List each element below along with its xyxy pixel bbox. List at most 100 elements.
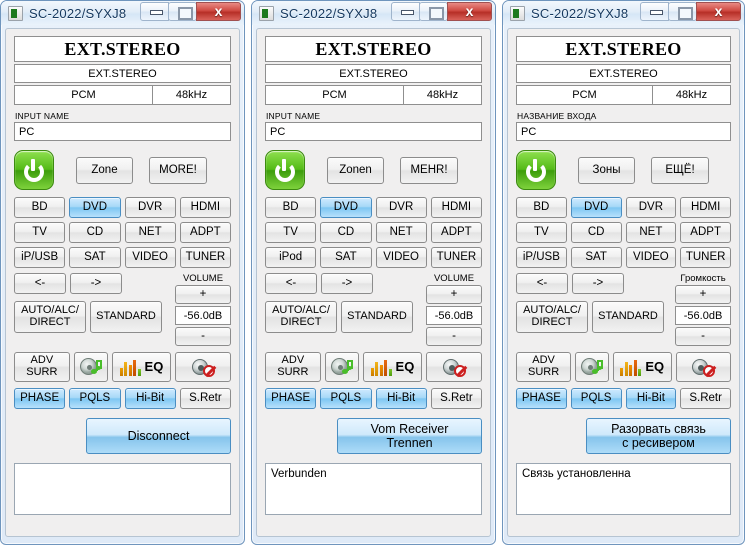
- flag-button-s-retr[interactable]: S.Retr: [680, 388, 732, 409]
- input-name-field[interactable]: PC: [265, 122, 482, 141]
- source-button-hdmi[interactable]: HDMI: [179, 197, 231, 218]
- source-button-net[interactable]: NET: [124, 222, 176, 243]
- power-button[interactable]: [265, 150, 305, 190]
- flag-button-s-retr[interactable]: S.Retr: [430, 388, 482, 409]
- adv-surr-button[interactable]: ADV SURR: [14, 352, 70, 382]
- title-bar[interactable]: SC-2022/SYXJ8 x: [252, 1, 495, 25]
- source-button-adpt[interactable]: ADPT: [680, 222, 732, 243]
- source-button-bd[interactable]: BD: [14, 197, 66, 218]
- zone-button[interactable]: Zone: [76, 156, 133, 184]
- input-name-field[interactable]: PC: [14, 122, 231, 141]
- volume-down-button[interactable]: -: [175, 327, 231, 346]
- nav-next-button[interactable]: ->: [321, 273, 373, 294]
- standard-mode-button[interactable]: STANDARD: [90, 301, 162, 333]
- source-button-hdmi[interactable]: HDMI: [430, 197, 482, 218]
- flag-button-pqls[interactable]: PQLS: [320, 388, 372, 409]
- eq-button[interactable]: EQ: [612, 352, 672, 382]
- source-button-tuner[interactable]: TUNER: [680, 247, 732, 268]
- mute-button[interactable]: [675, 352, 732, 382]
- maximize-button[interactable]: [419, 2, 448, 21]
- source-button-video[interactable]: VIDEO: [625, 247, 677, 268]
- sound-retriever-button[interactable]: [324, 352, 359, 382]
- source-button-video[interactable]: VIDEO: [124, 247, 176, 268]
- flag-button-phase[interactable]: PHASE: [265, 388, 317, 409]
- source-button-tv[interactable]: TV: [265, 222, 317, 243]
- source-button-dvr[interactable]: DVR: [375, 197, 427, 218]
- auto-alc-direct-button[interactable]: AUTO/ALC/ DIRECT: [516, 301, 588, 333]
- sound-retriever-button[interactable]: [73, 352, 108, 382]
- volume-up-button[interactable]: +: [426, 285, 482, 304]
- source-button-sat[interactable]: SAT: [69, 247, 121, 268]
- source-button-cd[interactable]: CD: [570, 222, 622, 243]
- title-bar[interactable]: SC-2022/SYXJ8 x: [503, 1, 745, 25]
- sound-retriever-button[interactable]: [575, 352, 609, 382]
- source-button-cd[interactable]: CD: [320, 222, 372, 243]
- source-button-ipod[interactable]: iPod: [265, 247, 317, 268]
- source-button-tuner[interactable]: TUNER: [430, 247, 482, 268]
- source-button-sat[interactable]: SAT: [570, 247, 622, 268]
- power-button[interactable]: [14, 150, 54, 190]
- nav-prev-button[interactable]: <-: [14, 273, 66, 294]
- volume-down-button[interactable]: -: [426, 327, 482, 346]
- source-button-bd[interactable]: BD: [265, 197, 317, 218]
- eq-button[interactable]: EQ: [111, 352, 172, 382]
- source-button-net[interactable]: NET: [625, 222, 677, 243]
- maximize-button[interactable]: [668, 2, 698, 21]
- disconnect-button[interactable]: Disconnect: [86, 418, 231, 454]
- flag-button-hi-bit[interactable]: Hi-Bit: [375, 388, 427, 409]
- flag-button-pqls[interactable]: PQLS: [69, 388, 121, 409]
- nav-next-button[interactable]: ->: [572, 273, 624, 294]
- source-button-video[interactable]: VIDEO: [375, 247, 427, 268]
- more-button[interactable]: MORE!: [149, 156, 207, 184]
- standard-mode-button[interactable]: STANDARD: [592, 301, 664, 333]
- mute-button[interactable]: [175, 352, 232, 382]
- flag-button-pqls[interactable]: PQLS: [570, 388, 622, 409]
- source-button-hdmi[interactable]: HDMI: [680, 197, 732, 218]
- source-button-adpt[interactable]: ADPT: [430, 222, 482, 243]
- mute-button[interactable]: [426, 352, 483, 382]
- flag-button-phase[interactable]: PHASE: [516, 388, 567, 409]
- maximize-button[interactable]: [168, 2, 197, 21]
- minimize-button[interactable]: [640, 2, 670, 21]
- source-button-ip-usb[interactable]: iP/USB: [14, 247, 66, 268]
- auto-alc-direct-button[interactable]: AUTO/ALC/ DIRECT: [265, 301, 337, 333]
- zone-button[interactable]: Зоны: [578, 156, 635, 184]
- source-button-ip-usb[interactable]: iP/USB: [516, 247, 567, 268]
- source-button-cd[interactable]: CD: [69, 222, 121, 243]
- flag-button-phase[interactable]: PHASE: [14, 388, 66, 409]
- volume-up-button[interactable]: +: [675, 285, 732, 304]
- source-button-dvr[interactable]: DVR: [625, 197, 677, 218]
- source-button-sat[interactable]: SAT: [320, 247, 372, 268]
- minimize-button[interactable]: [140, 2, 169, 21]
- standard-mode-button[interactable]: STANDARD: [341, 301, 413, 333]
- disconnect-button[interactable]: Vom Receiver Trennen: [337, 418, 482, 454]
- auto-alc-direct-button[interactable]: AUTO/ALC/ DIRECT: [14, 301, 86, 333]
- nav-prev-button[interactable]: <-: [265, 273, 317, 294]
- source-button-tv[interactable]: TV: [14, 222, 66, 243]
- flag-button-s-retr[interactable]: S.Retr: [179, 388, 231, 409]
- source-button-tv[interactable]: TV: [516, 222, 567, 243]
- source-button-adpt[interactable]: ADPT: [179, 222, 231, 243]
- volume-up-button[interactable]: +: [175, 285, 231, 304]
- source-button-dvd[interactable]: DVD: [570, 197, 622, 218]
- power-button[interactable]: [516, 150, 556, 190]
- source-button-dvr[interactable]: DVR: [124, 197, 176, 218]
- close-button[interactable]: x: [196, 2, 241, 21]
- adv-surr-button[interactable]: ADV SURR: [265, 352, 321, 382]
- source-button-dvd[interactable]: DVD: [320, 197, 372, 218]
- eq-button[interactable]: EQ: [362, 352, 423, 382]
- disconnect-button[interactable]: Разорвать связь с ресивером: [586, 418, 732, 454]
- flag-button-hi-bit[interactable]: Hi-Bit: [124, 388, 176, 409]
- input-name-field[interactable]: PC: [516, 122, 732, 141]
- nav-next-button[interactable]: ->: [70, 273, 122, 294]
- zone-button[interactable]: Zonen: [327, 156, 384, 184]
- more-button[interactable]: ЕЩЁ!: [651, 156, 709, 184]
- source-button-bd[interactable]: BD: [516, 197, 567, 218]
- title-bar[interactable]: SC-2022/SYXJ8 x: [1, 1, 244, 25]
- source-button-net[interactable]: NET: [375, 222, 427, 243]
- nav-prev-button[interactable]: <-: [516, 273, 568, 294]
- flag-button-hi-bit[interactable]: Hi-Bit: [625, 388, 677, 409]
- volume-down-button[interactable]: -: [675, 327, 732, 346]
- source-button-tuner[interactable]: TUNER: [179, 247, 231, 268]
- close-button[interactable]: x: [696, 2, 742, 21]
